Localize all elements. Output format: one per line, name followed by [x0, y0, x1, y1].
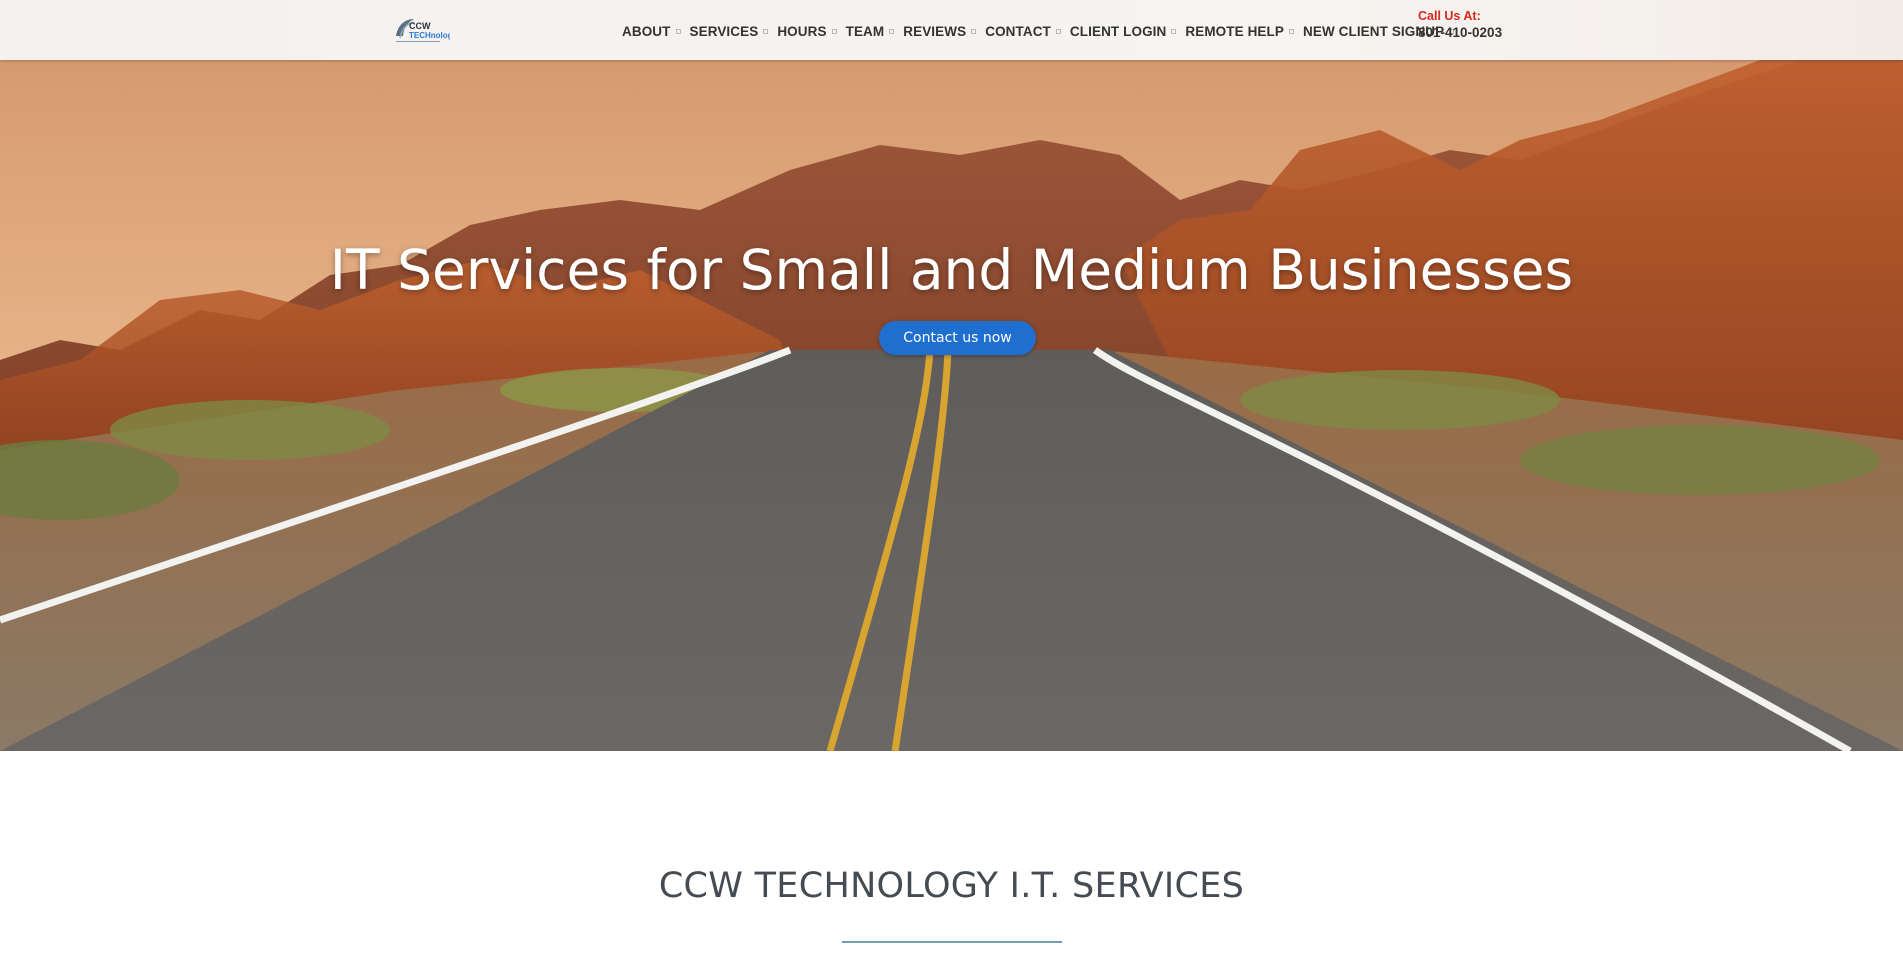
nav-about[interactable]: ABOUT	[622, 24, 681, 39]
hero-banner: IT Services for Small and Medium Busines…	[0, 60, 1903, 751]
nav-separator-icon	[889, 28, 895, 34]
section-divider	[842, 941, 1062, 943]
main-nav: ABOUT SERVICES HOURS TEAM REVIEWS CONTAC…	[622, 22, 1463, 40]
nav-client-login[interactable]: CLIENT LOGIN	[1069, 23, 1177, 39]
nav-contact[interactable]: CONTACT	[985, 24, 1061, 39]
hero-background-image	[0, 60, 1903, 751]
call-us-label: Call Us At:	[1418, 9, 1481, 23]
nav-separator-icon	[1171, 28, 1177, 34]
contact-us-button[interactable]: Contact us now	[879, 321, 1036, 355]
nav-separator-icon	[675, 28, 681, 34]
nav-about-label: ABOUT	[622, 23, 671, 39]
nav-remote-help[interactable]: REMOTE HELP	[1185, 24, 1294, 39]
logo[interactable]: CCW TECHnology	[392, 14, 450, 46]
nav-remote-help-label: REMOTE HELP	[1185, 23, 1284, 39]
nav-team[interactable]: TEAM	[846, 24, 895, 39]
nav-separator-icon	[971, 28, 977, 34]
nav-separator-icon	[1288, 28, 1294, 34]
nav-client-login-label: CLIENT LOGIN	[1069, 23, 1167, 39]
nav-separator-icon	[1055, 28, 1061, 34]
nav-reviews-label: REVIEWS	[903, 23, 967, 39]
hero-title: IT Services for Small and Medium Busines…	[329, 238, 1574, 302]
nav-hours-label: HOURS	[777, 23, 827, 39]
logo-image: CCW TECHnology	[396, 19, 450, 42]
nav-reviews[interactable]: REVIEWS	[903, 23, 977, 39]
section-title: CCW TECHNOLOGY I.T. SERVICES	[658, 866, 1245, 906]
call-us-block: Call Us At: 801-410-0203	[1418, 9, 1528, 42]
nav-separator-icon	[763, 28, 769, 34]
logo-text-bottom: TECHnology	[409, 31, 450, 40]
nav-separator-icon	[831, 28, 837, 34]
logo-text-top: CCW	[409, 21, 431, 31]
nav-contact-label: CONTACT	[985, 23, 1051, 39]
site-header: CCW TECHnology ABOUT SERVICES HOURS TEAM…	[0, 0, 1903, 60]
nav-services-label: SERVICES	[689, 23, 759, 39]
nav-services[interactable]: SERVICES	[690, 24, 769, 39]
nav-team-label: TEAM	[845, 23, 885, 39]
phone-number[interactable]: 801-410-0203	[1418, 24, 1528, 42]
nav-hours[interactable]: HOURS	[777, 23, 837, 39]
